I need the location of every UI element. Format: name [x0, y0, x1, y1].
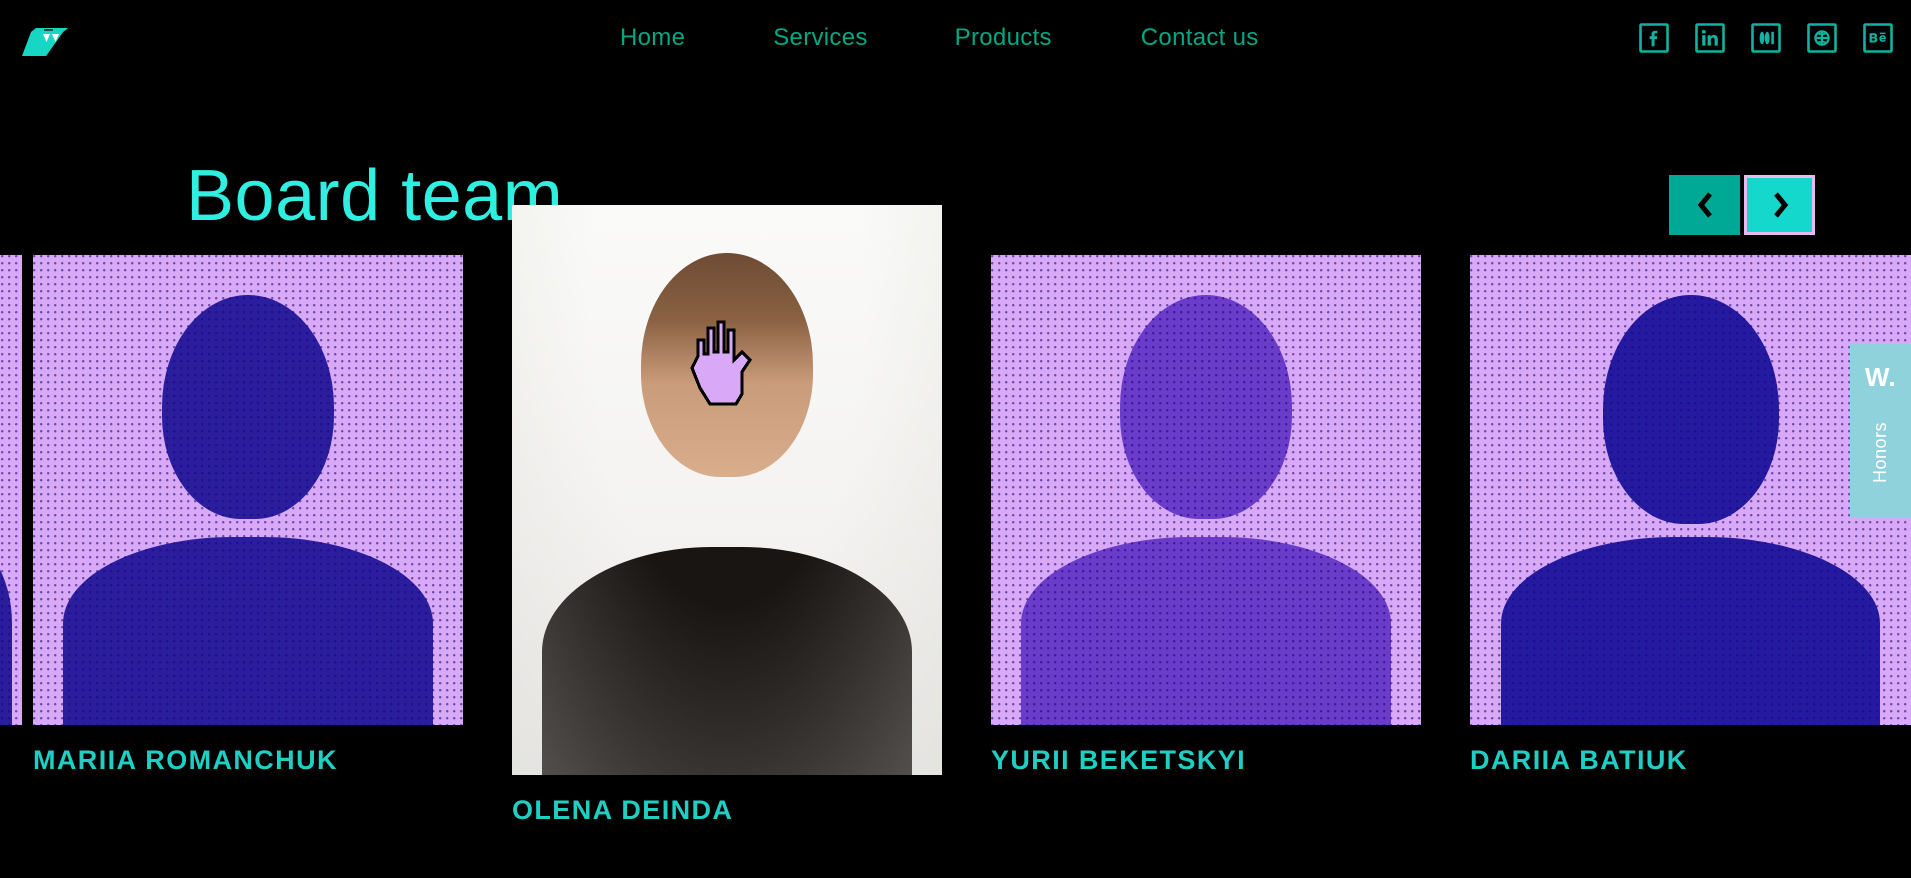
portrait-head [1120, 295, 1292, 519]
portrait-body [542, 547, 912, 775]
nav-link-products[interactable]: Products [955, 24, 1052, 52]
honors-tab-logo: W. [1864, 362, 1897, 392]
team-member-name: OLENA DEINDA [512, 795, 734, 825]
linkedin-icon[interactable] [1695, 23, 1725, 53]
site-header: Home Services Products Contact us [0, 0, 1911, 76]
portrait-head [162, 295, 334, 519]
team-member-photo[interactable] [33, 255, 463, 725]
portrait-body [0, 537, 12, 725]
clutch-icon[interactable] [1751, 23, 1781, 53]
portrait-silhouette [1470, 255, 1911, 725]
honors-side-tab[interactable]: W. Honors [1850, 344, 1911, 517]
portrait-head [1603, 295, 1779, 524]
nav-link-contact-us[interactable]: Contact us [1141, 24, 1259, 52]
page-title-row: Board team [0, 76, 1911, 235]
portrait-body [1021, 537, 1391, 725]
team-member-card[interactable] [0, 255, 22, 725]
team-member-card[interactable]: YURII BEKETSKYI [991, 255, 1421, 776]
dribbble-icon[interactable] [1807, 23, 1837, 53]
team-member-card[interactable]: OLENA DEINDA [512, 205, 942, 826]
facebook-icon[interactable] [1639, 23, 1669, 53]
portrait-silhouette [991, 255, 1421, 725]
team-member-name: DARIIA BATIUK [1470, 745, 1688, 775]
portrait-body [63, 537, 433, 725]
nav-link-services[interactable]: Services [773, 24, 867, 52]
portrait-silhouette [33, 255, 463, 725]
team-member-photo[interactable] [991, 255, 1421, 725]
team-member-name: MARIIA ROMANCHUK [33, 745, 338, 775]
portrait-silhouette [512, 205, 942, 775]
honors-tab-label: Honors [1870, 422, 1890, 484]
behance-icon[interactable] [1863, 23, 1893, 53]
team-member-name: YURII BEKETSKYI [991, 745, 1247, 775]
main-navigation: Home Services Products Contact us [620, 0, 1259, 76]
nav-link-home[interactable]: Home [620, 24, 685, 52]
team-member-photo[interactable] [0, 255, 22, 725]
portrait-body [1501, 537, 1880, 725]
team-member-photo[interactable] [512, 205, 942, 775]
team-member-photo[interactable] [1470, 255, 1911, 725]
portrait-head [641, 253, 813, 477]
company-logo-icon [22, 28, 68, 56]
company-logo[interactable] [22, 16, 78, 58]
portrait-silhouette [0, 255, 22, 725]
team-member-card[interactable]: DARIIA BATIUK [1470, 255, 1911, 776]
team-carousel[interactable]: MARIIA ROMANCHUK OLENA DEINDA YURII BEKETS… [0, 196, 1911, 878]
social-links [1639, 0, 1893, 76]
team-member-card[interactable]: MARIIA ROMANCHUK [33, 255, 463, 776]
